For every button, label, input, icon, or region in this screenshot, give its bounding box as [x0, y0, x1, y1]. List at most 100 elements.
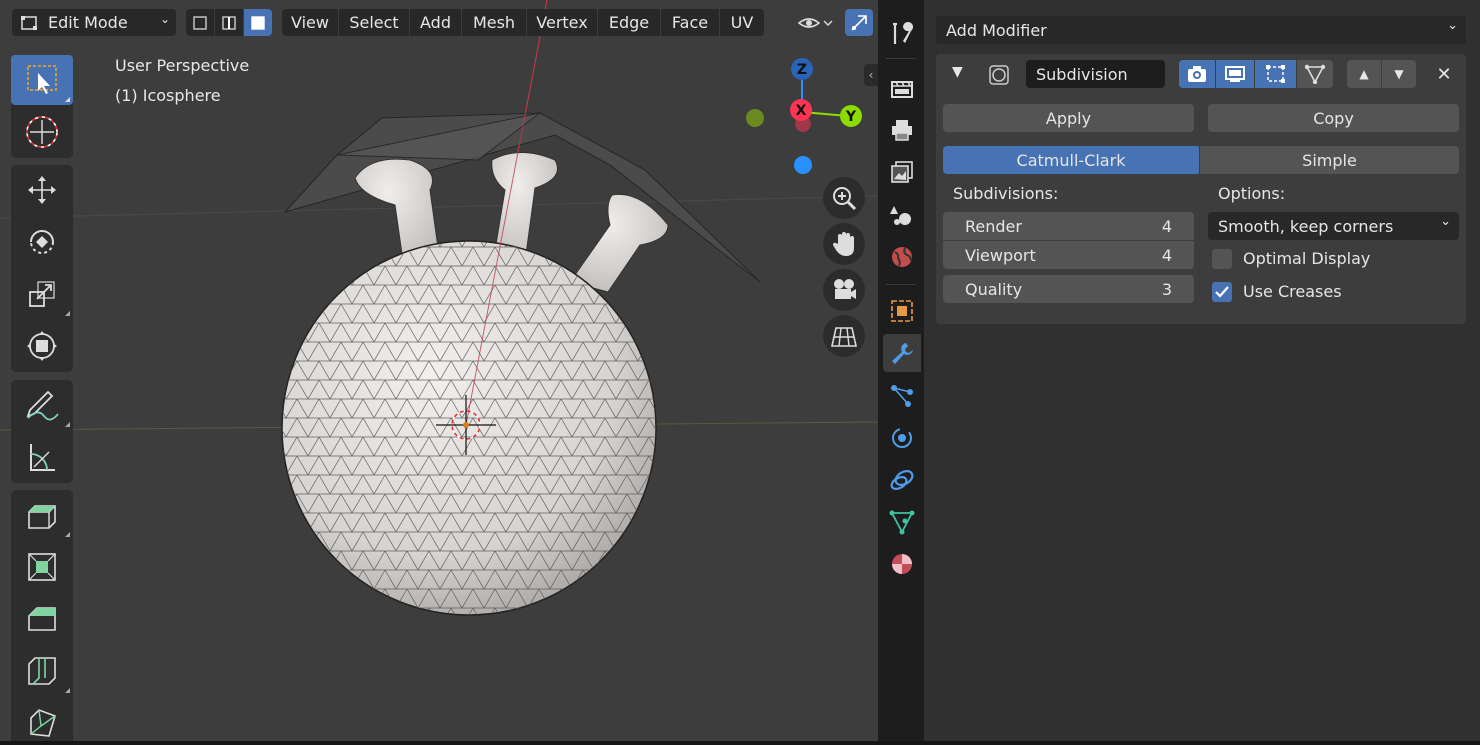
menu-uv[interactable]: UV — [720, 9, 764, 36]
transform-icon — [27, 331, 57, 361]
image-stack-icon — [891, 161, 913, 183]
modifier-header: ▼ Subdivision ▲ ▼ ✕ — [936, 54, 1466, 96]
toolbar-annotate-group — [11, 380, 73, 483]
sidebar-toggle[interactable]: ‹ — [864, 64, 878, 86]
tab-modifiers[interactable] — [883, 334, 921, 372]
add-modifier-dropdown[interactable]: Add Modifier ⌄ — [936, 16, 1466, 44]
optimal-display-checkbox[interactable] — [1212, 249, 1232, 269]
menu-edge[interactable]: Edge — [598, 9, 660, 36]
apply-button[interactable]: Apply — [943, 104, 1194, 132]
tool-select-box[interactable] — [11, 55, 73, 105]
quality-field[interactable]: Quality 3 — [943, 275, 1194, 303]
toolbar-select-group — [11, 55, 73, 158]
realtime-display-toggle[interactable] — [1216, 60, 1254, 88]
tab-data[interactable] — [883, 503, 921, 541]
xray-toggle[interactable] — [845, 9, 873, 36]
tool-knife[interactable] — [11, 698, 73, 741]
tab-particles[interactable] — [883, 377, 921, 415]
add-modifier-label: Add Modifier — [946, 20, 1047, 40]
perspective-label: User Perspective — [115, 56, 250, 75]
tab-tool[interactable] — [883, 15, 921, 53]
annotate-icon — [26, 390, 59, 421]
tool-scale[interactable] — [11, 269, 73, 319]
use-creases-checkbox[interactable] — [1212, 282, 1232, 302]
printer-icon — [892, 120, 912, 141]
measure-icon — [30, 444, 55, 471]
object-label: (1) Icosphere — [115, 86, 221, 105]
tool-settings-icon — [893, 22, 913, 44]
tool-loop-cut[interactable] — [11, 646, 73, 696]
zoom-button[interactable] — [823, 177, 865, 219]
menu-mesh[interactable]: Mesh — [462, 9, 526, 36]
tab-object[interactable] — [883, 292, 921, 330]
vertex-select-button[interactable] — [186, 9, 214, 36]
tab-material[interactable] — [883, 545, 921, 583]
bevel-icon — [28, 607, 56, 631]
quality-label: Quality — [965, 279, 1023, 299]
camera-view-button[interactable] — [823, 269, 865, 311]
editmode-cage-toggle[interactable] — [1179, 60, 1215, 88]
render-levels-field[interactable]: Render 4 — [943, 212, 1194, 240]
on-cage-toggle[interactable] — [1297, 60, 1333, 88]
face-select-icon — [251, 15, 265, 30]
move-down-button[interactable]: ▼ — [1382, 60, 1416, 88]
tab-render[interactable] — [883, 69, 921, 107]
mode-label: Edit Mode — [48, 13, 128, 32]
editmode-display-toggle[interactable] — [1255, 60, 1296, 88]
navigation-gizmo[interactable]: Z Y X — [740, 52, 870, 182]
face-select-button[interactable] — [244, 9, 272, 36]
move-up-button[interactable]: ▲ — [1347, 60, 1381, 88]
modifier-name-field[interactable]: Subdivision — [1026, 60, 1165, 88]
tool-measure[interactable] — [11, 432, 73, 482]
extrude-icon — [28, 505, 56, 529]
cage-vertex-icon — [1304, 64, 1326, 84]
menu-add[interactable]: Add — [410, 9, 461, 36]
tool-cursor[interactable] — [11, 107, 73, 157]
edge-select-button[interactable] — [215, 9, 243, 36]
loop-cut-icon — [28, 657, 56, 685]
particles-icon — [891, 385, 913, 407]
tool-move[interactable] — [11, 165, 73, 215]
tool-inset[interactable] — [11, 542, 73, 592]
menu-select[interactable]: Select — [339, 9, 409, 36]
menu-face[interactable]: Face — [661, 9, 719, 36]
tab-world[interactable] — [883, 238, 921, 276]
3d-viewport[interactable]: Edit Mode ⌄ View Select Add Mesh Vertex … — [0, 0, 878, 741]
uv-smooth-dropdown[interactable]: Smooth, keep corners ⌄ — [1208, 212, 1459, 240]
toolbar-transform-group — [11, 165, 73, 372]
menu-view[interactable]: View — [282, 9, 338, 36]
gizmo-z-label: Z — [797, 62, 807, 78]
toolbar-mesh-group — [11, 490, 73, 741]
algorithm-catmull-clark[interactable]: Catmull-Clark — [943, 146, 1199, 174]
move-icon — [28, 176, 56, 204]
triangle-down-icon: ▼ — [1394, 67, 1404, 81]
pan-button[interactable] — [823, 223, 865, 265]
chevron-down-icon: ⌄ — [1447, 18, 1458, 33]
subdivision-modifier-icon — [988, 64, 1010, 90]
tool-bevel[interactable] — [11, 594, 73, 644]
gizmo-y-label: Y — [845, 109, 857, 125]
copy-button[interactable]: Copy — [1208, 104, 1459, 132]
status-bar-edge — [0, 741, 1480, 745]
tool-transform[interactable] — [11, 321, 73, 371]
tab-constraints[interactable] — [883, 461, 921, 499]
tool-annotate[interactable] — [11, 380, 73, 430]
subdivision-modifier-panel: ▼ Subdivision ▲ ▼ ✕ Apply Copy Catmull-C… — [936, 54, 1466, 324]
collapse-triangle-icon[interactable]: ▼ — [952, 64, 963, 80]
chevron-down-icon: ⌄ — [159, 12, 170, 26]
algorithm-simple[interactable]: Simple — [1200, 146, 1459, 174]
tab-view-layer[interactable] — [883, 153, 921, 191]
material-icon — [892, 554, 912, 574]
perspective-toggle-button[interactable] — [823, 315, 865, 357]
tool-rotate[interactable] — [11, 217, 73, 267]
edit-mode-icon — [1265, 65, 1285, 83]
mode-selector[interactable]: Edit Mode ⌄ — [12, 9, 176, 36]
tab-output[interactable] — [883, 111, 921, 149]
viewport-levels-field[interactable]: Viewport 4 — [943, 241, 1194, 269]
tab-scene[interactable] — [883, 196, 921, 234]
tool-extrude[interactable] — [11, 490, 73, 540]
tab-physics[interactable] — [883, 419, 921, 457]
remove-modifier-button[interactable]: ✕ — [1431, 60, 1457, 88]
visibility-toggle[interactable] — [792, 9, 838, 36]
menu-vertex[interactable]: Vertex — [527, 9, 597, 36]
